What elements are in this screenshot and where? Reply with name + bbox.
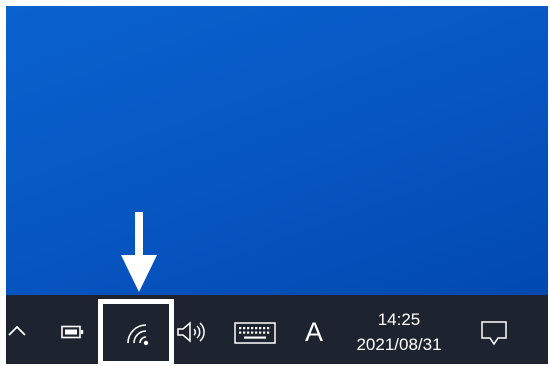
network-button[interactable] (98, 299, 174, 364)
volume-icon (177, 321, 205, 343)
clock-button[interactable]: 14:25 2021/08/31 (336, 306, 462, 358)
down-arrow-icon (119, 212, 159, 294)
battery-button[interactable] (58, 320, 88, 344)
battery-icon (61, 325, 84, 339)
show-hidden-icons-button[interactable] (6, 317, 28, 345)
taskbar: A 14:25 2021/08/31 (6, 295, 548, 364)
notification-icon (481, 321, 507, 346)
chevron-up-icon (8, 325, 26, 336)
input-indicator-button[interactable]: A (296, 315, 332, 349)
volume-button[interactable] (172, 318, 212, 346)
touch-keyboard-button[interactable] (232, 321, 278, 345)
touch-keyboard-icon (234, 322, 276, 344)
clock-time: 14:25 (377, 309, 421, 329)
clock-date: 2021/08/31 (356, 334, 442, 354)
windows-screen: A 14:25 2021/08/31 (6, 6, 548, 364)
action-center-button[interactable] (476, 318, 512, 348)
network-icon (127, 323, 149, 345)
desktop-background (6, 6, 548, 295)
